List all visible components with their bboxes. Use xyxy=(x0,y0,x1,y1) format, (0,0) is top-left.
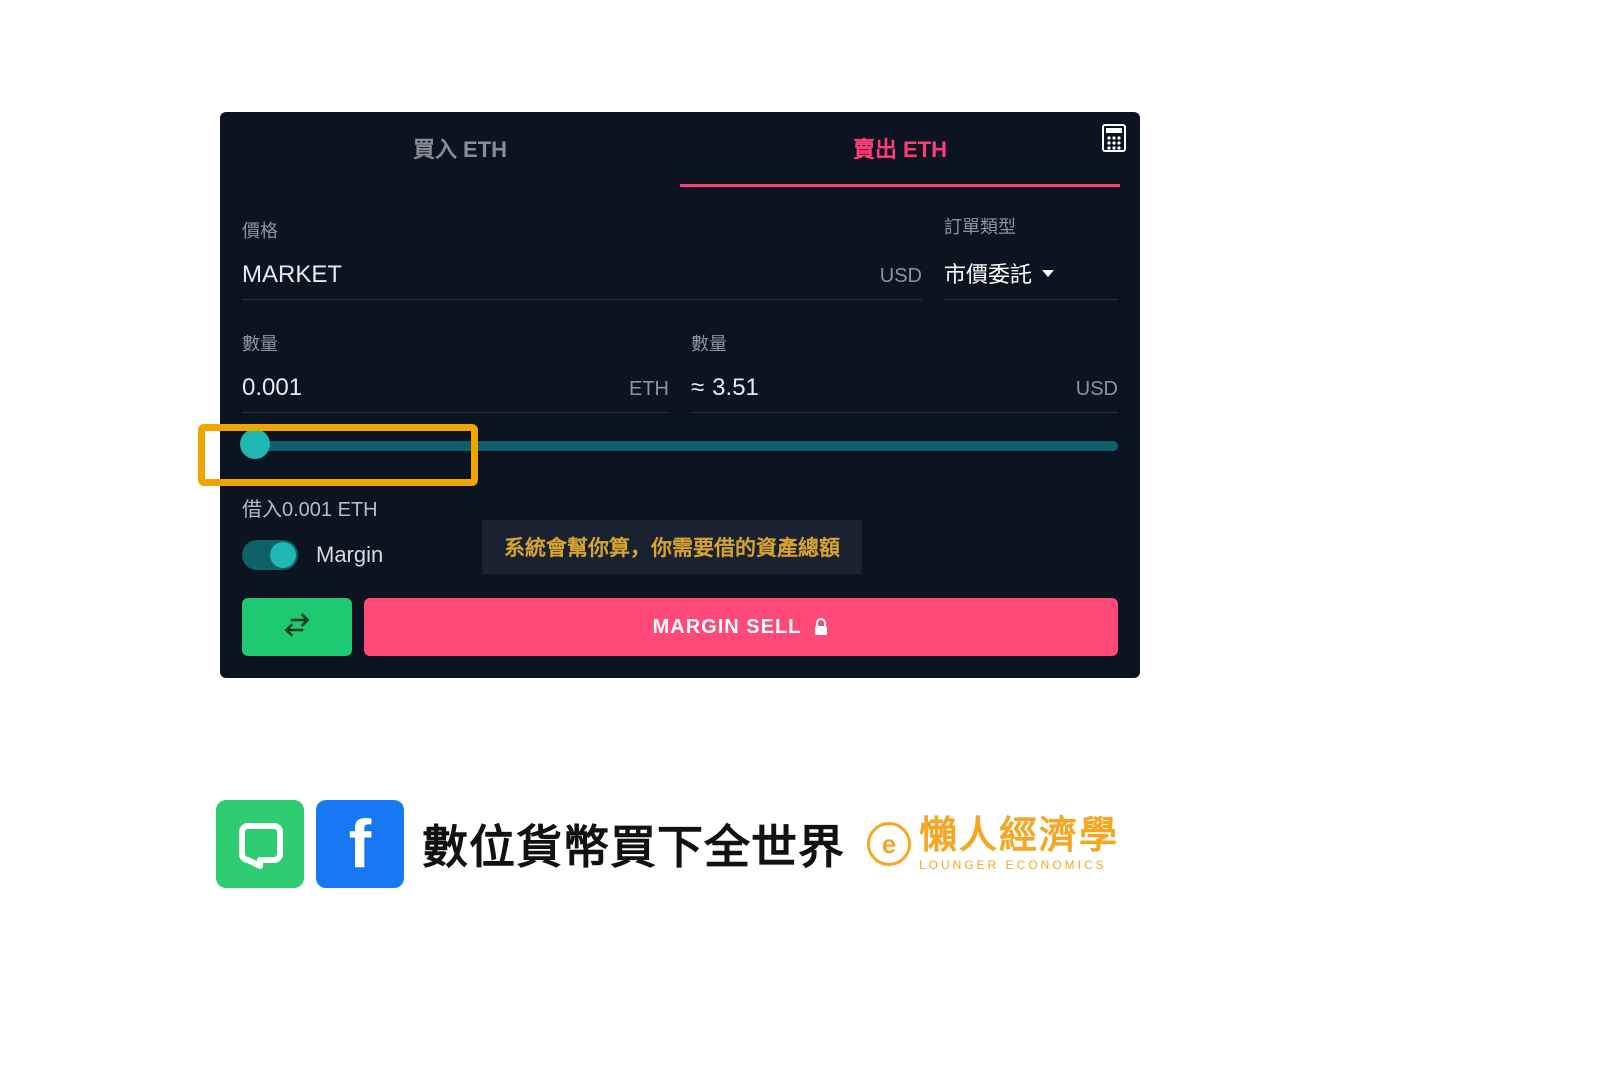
qty-crypto-field[interactable]: 0.001 ETH xyxy=(242,366,669,413)
footer: f 數位貨幣買下全世界 e 懶人經濟學 LOUNGER ECONOMICS xyxy=(216,800,1119,888)
price-field[interactable]: MARKET USD xyxy=(242,253,922,300)
swap-button[interactable] xyxy=(242,598,352,656)
sell-button-label: MARGIN SELL xyxy=(653,616,802,639)
lounger-cn: 懶人經濟學 xyxy=(919,817,1119,855)
amount-slider[interactable] xyxy=(242,431,1118,459)
margin-row: Margin 系統會幫你算，你需要借的資產總額 xyxy=(242,540,1118,570)
price-value: MARKET xyxy=(242,261,342,289)
qty-fiat-label: 數量 xyxy=(691,330,1118,356)
brand-logo-icon xyxy=(216,800,304,888)
price-row: 價格 MARKET USD 訂單類型 市價委託 xyxy=(220,213,1140,300)
margin-toggle[interactable] xyxy=(242,540,298,570)
tabs: 買入 ETH 賣出 ETH xyxy=(220,112,1140,187)
order-type-label: 訂單類型 xyxy=(944,213,1118,239)
margin-sell-button[interactable]: MARGIN SELL xyxy=(364,598,1118,656)
price-label: 價格 xyxy=(242,217,922,243)
qty-fiat-field[interactable]: ≈3.51 USD xyxy=(691,366,1118,413)
lounger-badge-icon: e xyxy=(867,822,911,866)
action-row: MARGIN SELL xyxy=(220,598,1140,656)
lounger-en: LOUNGER ECONOMICS xyxy=(919,859,1119,871)
tab-sell[interactable]: 賣出 ETH xyxy=(680,112,1120,187)
trade-panel: 買入 ETH 賣出 ETH 價格 MARKET USD 訂單類型 市價委託 數量… xyxy=(220,112,1140,678)
calculator-icon[interactable] xyxy=(1102,124,1126,152)
footer-title: 數位貨幣買下全世界 xyxy=(422,811,845,877)
slider-thumb[interactable] xyxy=(240,429,270,459)
tab-buy[interactable]: 買入 ETH xyxy=(240,112,680,187)
slider-track xyxy=(242,441,1118,451)
swap-icon xyxy=(282,610,312,645)
chevron-down-icon xyxy=(1042,270,1054,277)
quantity-row: 數量 0.001 ETH 數量 ≈3.51 USD xyxy=(220,330,1140,413)
qty-fiat-value: 3.51 xyxy=(712,374,759,401)
order-type-value: 市價委託 xyxy=(944,257,1032,289)
price-unit: USD xyxy=(880,265,922,288)
qty-crypto-unit: ETH xyxy=(629,378,669,401)
toggle-knob xyxy=(270,542,296,568)
lounger-logo: e 懶人經濟學 LOUNGER ECONOMICS xyxy=(867,817,1119,871)
borrow-text: 借入0.001 ETH xyxy=(242,493,1118,522)
qty-crypto-value: 0.001 xyxy=(242,374,302,402)
annotation-tooltip: 系統會幫你算，你需要借的資產總額 xyxy=(482,520,862,574)
qty-crypto-label: 數量 xyxy=(242,330,669,356)
margin-label: Margin xyxy=(316,542,383,568)
order-type-select[interactable]: 市價委託 xyxy=(944,249,1118,300)
facebook-icon: f xyxy=(316,800,404,888)
approx-symbol: ≈ xyxy=(691,374,704,401)
lock-icon xyxy=(813,618,829,636)
qty-fiat-unit: USD xyxy=(1076,378,1118,401)
